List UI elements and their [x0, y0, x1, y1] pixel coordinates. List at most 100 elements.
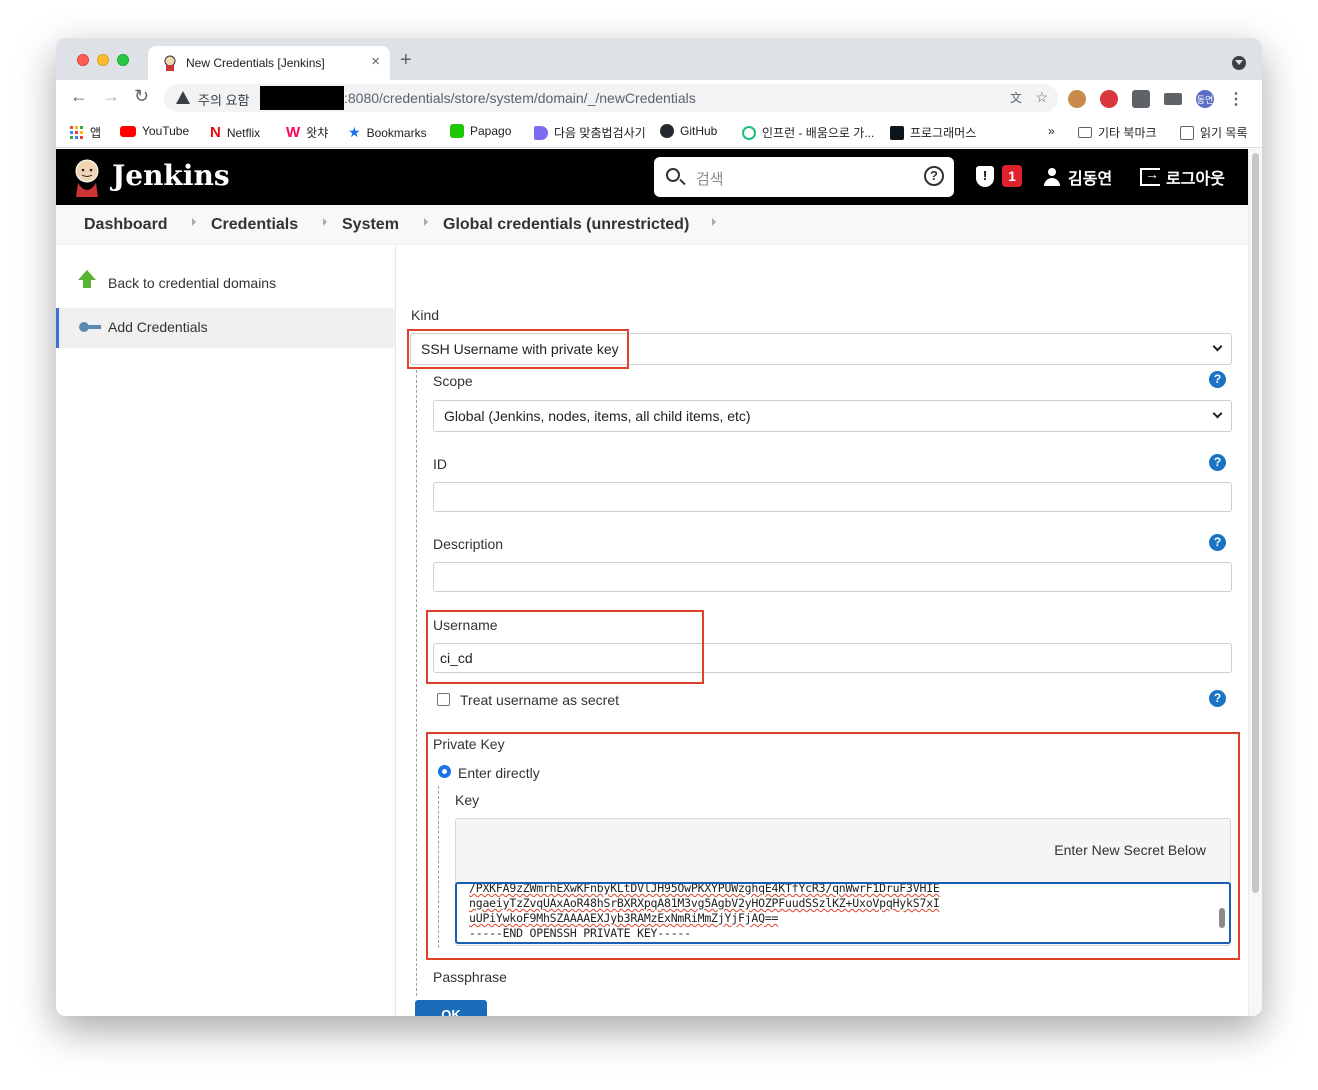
- tab-close-icon[interactable]: ×: [371, 53, 380, 70]
- security-shield-icon[interactable]: !: [976, 166, 994, 187]
- user-link[interactable]: 김동연: [1044, 165, 1112, 189]
- browser-window: New Credentials [Jenkins] × + ← → ↻ 주의 요…: [56, 38, 1262, 1016]
- back-arrow-icon[interactable]: ←: [70, 86, 88, 107]
- daum-icon: [534, 125, 548, 140]
- search-icon: [666, 168, 680, 182]
- bookmark-label: Bookmarks: [366, 125, 427, 140]
- reading-list-button[interactable]: 읽기 목록: [1180, 124, 1248, 141]
- zoom-window-button[interactable]: [117, 54, 129, 66]
- bookmark-daum[interactable]: 다음 맞춤법검사기: [534, 124, 646, 141]
- papago-icon: [450, 124, 464, 138]
- bookmark-inflearn[interactable]: 인프런 - 배움으로 가...: [742, 124, 874, 141]
- treat-secret-help-icon[interactable]: ?: [1209, 690, 1226, 707]
- translate-icon[interactable]: 文: [1010, 89, 1022, 106]
- breadcrumb-global-credentials[interactable]: Global credentials (unrestricted): [443, 216, 689, 234]
- bookmark-label: 읽기 목록: [1200, 126, 1248, 140]
- sidebar-item-back[interactable]: Back to credential domains: [56, 264, 395, 304]
- bookmarks-bar: 앱 YouTube N Netflix W 왓챠 ★ Bookmarks Pap…: [56, 116, 1262, 148]
- address-bar[interactable]: 주의 요함 :8080/credentials/store/system/dom…: [164, 84, 1058, 112]
- cookie-extension-icon[interactable]: [1068, 90, 1086, 108]
- bookmark-star-icon[interactable]: ☆: [1035, 89, 1048, 106]
- puzzle-extensions-icon[interactable]: [1132, 90, 1150, 108]
- page-scrollbar-thumb[interactable]: [1252, 153, 1259, 893]
- search-input[interactable]: 검색: [696, 168, 724, 189]
- menu-kebab-icon[interactable]: ⋮: [1228, 89, 1244, 109]
- treat-username-secret-checkbox[interactable]: [437, 693, 450, 706]
- jenkins-header: Jenkins 검색 ? ! 1 김동연 로그아웃: [56, 149, 1248, 205]
- user-icon: [1044, 168, 1060, 186]
- logout-icon: [1140, 166, 1160, 186]
- credentials-form: Kind SSH Username with private key Scope…: [396, 246, 1248, 1016]
- apps-grid-icon: [70, 125, 83, 139]
- bookmark-label: 프로그래머스: [910, 126, 977, 140]
- bookmark-label: 인프런 - 배움으로 가...: [762, 126, 875, 140]
- scope-help-icon[interactable]: ?: [1209, 371, 1226, 388]
- id-label: ID: [433, 456, 447, 472]
- search-help-icon[interactable]: ?: [924, 166, 944, 186]
- jenkins-logo-icon[interactable]: [72, 157, 102, 197]
- search-box[interactable]: 검색 ?: [654, 157, 954, 197]
- bookmark-bookmarks[interactable]: ★ Bookmarks: [348, 124, 427, 141]
- alert-count-badge[interactable]: 1: [1002, 165, 1022, 187]
- forward-arrow-icon[interactable]: →: [102, 86, 120, 107]
- scope-select[interactable]: Global (Jenkins, nodes, items, all child…: [433, 400, 1232, 432]
- bookmark-label: Papago: [470, 124, 512, 138]
- jenkins-title[interactable]: Jenkins: [112, 159, 230, 192]
- reading-list-icon[interactable]: [1164, 93, 1182, 105]
- kind-label: Kind: [411, 307, 440, 323]
- chevron-double-right-icon: »: [1048, 124, 1055, 138]
- breadcrumb-dashboard[interactable]: Dashboard: [84, 216, 168, 234]
- id-field[interactable]: [433, 482, 1232, 512]
- bookmark-label: Netflix: [226, 125, 261, 140]
- description-help-icon[interactable]: ?: [1209, 534, 1226, 551]
- inflearn-icon: [742, 125, 756, 140]
- red-extension-icon[interactable]: [1100, 90, 1118, 108]
- breadcrumb-separator-icon[interactable]: [192, 218, 196, 226]
- youtube-icon: [120, 125, 136, 137]
- close-window-button[interactable]: [77, 54, 89, 66]
- sidebar-item-label: Back to credential domains: [108, 275, 277, 291]
- redacted-host: [260, 86, 344, 110]
- description-label: Description: [433, 536, 504, 552]
- id-help-icon[interactable]: ?: [1209, 454, 1226, 471]
- reload-icon[interactable]: ↻: [134, 86, 149, 107]
- sidebar-item-label: Add Credentials: [108, 319, 208, 335]
- bookmark-netflix[interactable]: N Netflix: [210, 124, 260, 141]
- bookmark-apps[interactable]: 앱: [70, 124, 101, 141]
- netflix-icon: N: [210, 124, 221, 141]
- new-tab-button[interactable]: +: [400, 49, 412, 72]
- github-icon: [660, 124, 674, 138]
- logout-link[interactable]: 로그아웃: [1140, 165, 1225, 189]
- logout-label: 로그아웃: [1166, 171, 1225, 188]
- jenkins-favicon-icon: [164, 55, 176, 71]
- breadcrumb-separator-icon[interactable]: [424, 218, 428, 226]
- url-text[interactable]: :8080/credentials/store/system/domain/_/…: [344, 90, 696, 106]
- profile-avatar[interactable]: 동연: [1196, 90, 1214, 108]
- watcha-icon: W: [286, 124, 301, 141]
- bookmark-github[interactable]: GitHub: [660, 124, 717, 138]
- breadcrumb-credentials[interactable]: Credentials: [211, 216, 298, 234]
- breadcrumb-separator-icon[interactable]: [323, 218, 327, 226]
- arrow-up-icon: [78, 270, 96, 288]
- browser-tab[interactable]: New Credentials [Jenkins] ×: [148, 46, 390, 80]
- bookmark-youtube[interactable]: YouTube: [120, 124, 189, 138]
- scope-select-value: Global (Jenkins, nodes, items, all child…: [444, 408, 751, 424]
- tab-search-icon[interactable]: [1232, 56, 1246, 70]
- bookmark-label: 앱: [90, 126, 102, 140]
- ok-button[interactable]: OK: [415, 1000, 487, 1016]
- minimize-window-button[interactable]: [97, 54, 109, 66]
- reading-list-icon: [1180, 125, 1194, 140]
- breadcrumb-separator-icon[interactable]: [712, 218, 716, 226]
- page-scrollbar[interactable]: [1248, 149, 1262, 1016]
- bookmark-programmers[interactable]: 프로그래머스: [890, 124, 976, 141]
- description-field[interactable]: [433, 562, 1232, 592]
- bookmark-watcha[interactable]: W 왓챠: [286, 124, 328, 141]
- private-key-highlight-box: [426, 732, 1240, 960]
- security-status[interactable]: 주의 요함: [198, 90, 249, 109]
- bookmark-papago[interactable]: Papago: [450, 124, 511, 138]
- breadcrumb-system[interactable]: System: [342, 216, 399, 234]
- tab-title: New Credentials [Jenkins]: [186, 56, 325, 70]
- sidebar-item-add-credentials[interactable]: Add Credentials: [56, 308, 395, 348]
- bookmark-other-folder[interactable]: 기타 북마크: [1078, 124, 1157, 141]
- bookmarks-overflow[interactable]: »: [1048, 124, 1055, 138]
